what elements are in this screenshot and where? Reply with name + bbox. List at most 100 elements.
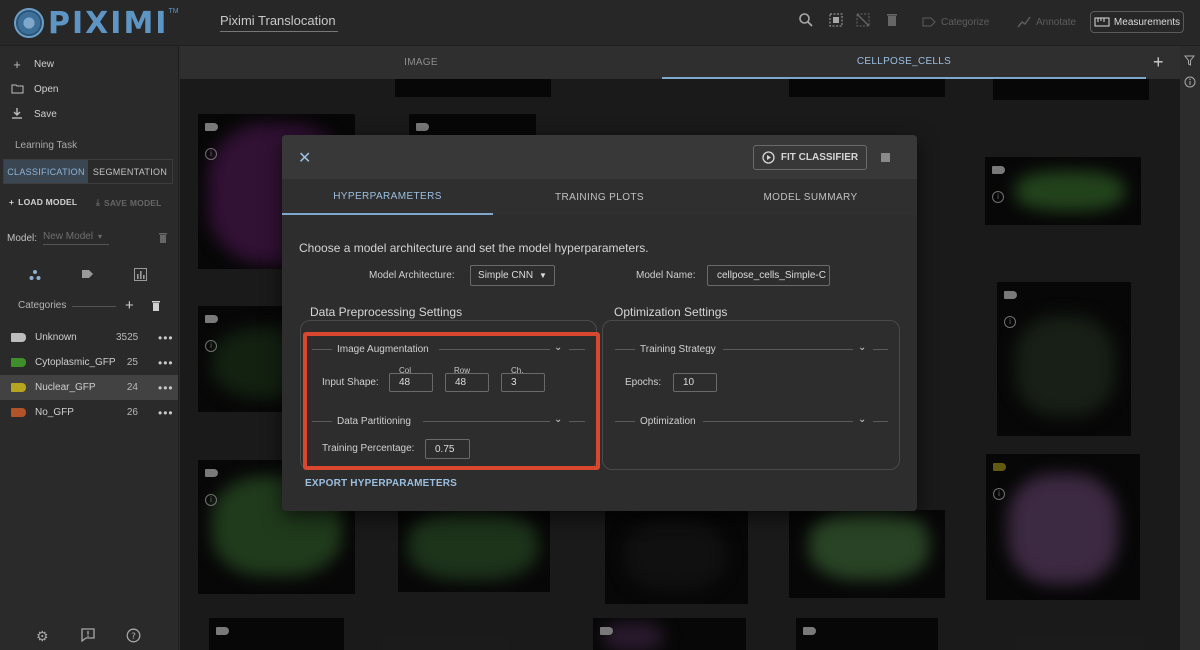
filter-icon[interactable] — [1183, 55, 1196, 69]
categories-heading: Categories — [18, 300, 67, 311]
preprocessing-heading: Data Preprocessing Settings — [310, 305, 463, 319]
architecture-label: Model Architecture: — [369, 270, 455, 281]
load-model-button[interactable]: + LOAD MODEL — [9, 197, 77, 207]
categories-divider — [72, 306, 116, 307]
category-tag-icon — [11, 408, 26, 417]
new-project-button[interactable]: + New — [10, 57, 54, 72]
chevron-down-icon[interactable]: ⌄ — [858, 342, 866, 353]
sidebar: + New Open Save Learning Task CLASSIFICA… — [0, 46, 179, 650]
tab-training-plots[interactable]: TRAINING PLOTS — [494, 179, 705, 215]
fit-classifier-button[interactable]: FIT CLASSIFIER — [753, 145, 867, 170]
logo-text: PIXIMI — [48, 5, 169, 41]
help-icon[interactable]: ? — [126, 628, 141, 646]
divider — [723, 349, 853, 350]
delete-icon[interactable] — [882, 12, 902, 32]
ruler-icon — [1094, 17, 1110, 27]
category-count: 26 — [126, 407, 138, 418]
svg-text:?: ? — [131, 632, 136, 642]
tab-hyperparameters[interactable]: HYPERPARAMETERS — [282, 179, 493, 215]
more-options-icon[interactable]: ••• — [158, 381, 174, 395]
dialog-tabs: HYPERPARAMETERS TRAINING PLOTS MODEL SUM… — [282, 179, 917, 215]
category-tag-icon — [11, 358, 26, 367]
model-name-input[interactable]: cellpose_cells_Simple-C — [707, 265, 830, 286]
more-options-icon[interactable]: ••• — [158, 331, 174, 345]
category-item[interactable]: Unknown 3525 ••• — [0, 325, 178, 350]
new-label: New — [34, 59, 55, 70]
annotate-button[interactable]: Annotate — [1017, 11, 1076, 33]
feedback-icon[interactable] — [81, 628, 95, 645]
category-item[interactable]: Nuclear_GFP 24 ••• — [0, 375, 178, 400]
category-item[interactable]: Cytoplasmic_GFP 25 ••• — [0, 350, 178, 375]
divider — [873, 421, 888, 422]
model-name-label: Model Name: — [636, 270, 696, 281]
annotate-icon — [1017, 16, 1031, 28]
top-bar: PIXIMI TM Piximi Translocation Tu Catego… — [0, 0, 1200, 46]
category-count: 24 — [126, 382, 138, 393]
add-category-icon[interactable]: + — [125, 297, 134, 314]
zoom-icon[interactable] — [796, 12, 816, 32]
clusters-icon[interactable] — [28, 268, 42, 285]
project-name-input[interactable]: Piximi Translocation Tu — [220, 13, 338, 32]
annotate-label: Annotate — [1036, 16, 1077, 28]
divider — [873, 349, 888, 350]
delete-model-icon[interactable] — [158, 232, 168, 247]
tab-classification[interactable]: CLASSIFICATION — [4, 160, 88, 183]
measurements-button[interactable]: Measurements — [1090, 11, 1184, 33]
play-circle-icon — [762, 151, 775, 164]
label-icon[interactable] — [81, 268, 95, 283]
architecture-select[interactable]: Simple CNN ▼ — [470, 265, 555, 286]
more-options-icon[interactable]: ••• — [158, 356, 174, 370]
chevron-down-icon[interactable]: ⌄ — [858, 414, 866, 425]
download-icon: ⤓ — [96, 197, 100, 207]
tab-cellpose-cells[interactable]: CELLPOSE_CELLS — [662, 46, 1146, 79]
model-select[interactable]: New Model ▾ — [43, 231, 110, 245]
fit-classifier-dialog: ✕ FIT CLASSIFIER HYPERPARAMETERS TRAININ… — [282, 135, 917, 511]
load-model-label: LOAD MODEL — [18, 197, 78, 207]
stop-icon[interactable] — [881, 153, 890, 162]
export-hyperparameters-button[interactable]: EXPORT HYPERPARAMETERS — [305, 478, 457, 489]
plus-icon: + — [9, 197, 15, 207]
category-name: Cytoplasmic_GFP — [35, 357, 116, 368]
open-label: Open — [34, 84, 59, 95]
tab-model-summary[interactable]: MODEL SUMMARY — [705, 179, 916, 215]
divider — [615, 421, 635, 422]
more-options-icon[interactable]: ••• — [158, 406, 174, 420]
category-name: Unknown — [35, 332, 77, 343]
measurements-label: Measurements — [1113, 16, 1181, 28]
save-model-label: SAVE MODEL — [103, 197, 162, 208]
annotation-highlight-box — [303, 332, 600, 470]
select-all-icon[interactable] — [826, 12, 846, 32]
info-icon[interactable] — [1184, 76, 1196, 91]
add-tab-icon[interactable]: + — [1153, 52, 1164, 73]
categorize-label: Categorize — [941, 16, 990, 28]
categorize-button[interactable]: Categorize — [922, 11, 989, 33]
training-strategy-accordion[interactable]: Training Strategy — [640, 342, 716, 356]
save-model-button[interactable]: ⤓ SAVE MODEL — [96, 197, 162, 208]
deselect-icon[interactable] — [853, 12, 873, 32]
learning-task-tabs: CLASSIFICATION SEGMENTATION — [3, 159, 173, 184]
download-icon — [10, 107, 24, 122]
image-tabs: IMAGE CELLPOSE_CELLS + — [180, 46, 1180, 79]
fit-classifier-label: FIT CLASSIFIER — [780, 152, 859, 163]
delete-categories-icon[interactable] — [151, 299, 161, 317]
close-icon[interactable]: ✕ — [298, 148, 311, 168]
divider — [703, 421, 853, 422]
learning-task-heading: Learning Task — [15, 140, 78, 151]
settings-icon[interactable]: ⚙ — [36, 628, 49, 645]
logo-mark-icon — [14, 8, 44, 38]
category-item[interactable]: No_GFP 26 ••• — [0, 400, 178, 425]
model-value: New Model — [43, 231, 94, 242]
logo-trademark: TM — [168, 8, 179, 15]
caret-down-icon: ▼ — [539, 271, 547, 280]
tab-image[interactable]: IMAGE — [180, 46, 662, 79]
save-project-button[interactable]: Save — [10, 107, 57, 122]
model-label: Model: — [7, 232, 38, 244]
bar-chart-icon[interactable] — [134, 268, 147, 284]
optimization-heading: Optimization Settings — [614, 305, 728, 319]
tab-segmentation[interactable]: SEGMENTATION — [88, 160, 172, 183]
category-count: 3525 — [116, 332, 139, 343]
category-count: 25 — [126, 357, 138, 368]
optimization-accordion[interactable]: Optimization — [640, 414, 696, 428]
epochs-input[interactable]: 10 — [673, 373, 717, 392]
open-project-button[interactable]: Open — [10, 82, 58, 97]
